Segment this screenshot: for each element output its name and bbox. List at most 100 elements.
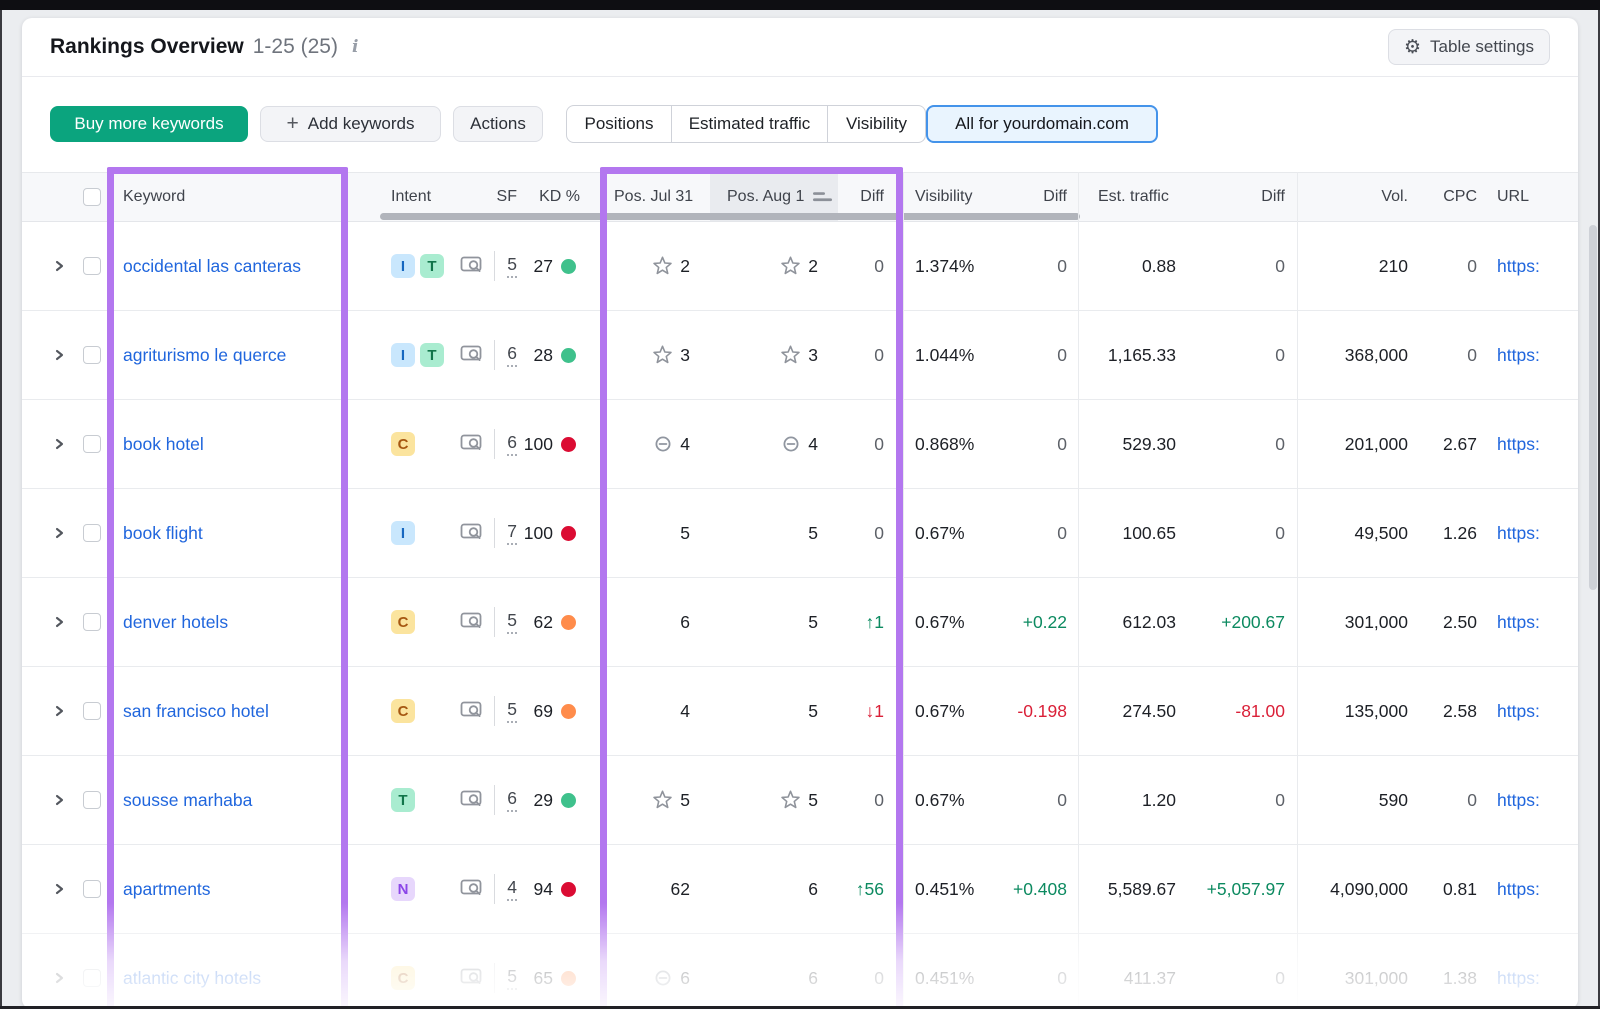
row-checkbox[interactable] xyxy=(83,489,101,577)
keyword-link[interactable]: book hotel xyxy=(123,400,204,488)
row-checkbox[interactable] xyxy=(83,311,101,399)
expand-chevron-icon[interactable] xyxy=(53,489,66,577)
col-est-traffic[interactable]: Est. traffic xyxy=(1098,173,1169,221)
visibility-value: 1.374% xyxy=(915,222,974,310)
table-row: apartmentsN494626↑560.451%+0.4085,589.67… xyxy=(22,845,1578,934)
url-link[interactable]: https: xyxy=(1497,756,1540,844)
keyword-link[interactable]: san francisco hotel xyxy=(123,667,269,755)
traffic-diff-value: 0 xyxy=(1189,400,1285,488)
star-icon xyxy=(652,790,673,810)
row-checkbox[interactable] xyxy=(83,222,101,310)
col-keyword[interactable]: Keyword xyxy=(123,173,185,221)
intent-badges: C xyxy=(391,400,415,488)
select-all-checkbox[interactable] xyxy=(83,188,101,211)
vertical-scrollbar[interactable] xyxy=(1589,225,1597,590)
serp-features-count[interactable]: 5 xyxy=(498,222,517,310)
row-checkbox[interactable] xyxy=(83,756,101,844)
buy-more-keywords-button[interactable]: Buy more keywords xyxy=(50,106,248,142)
serp-features-icon xyxy=(460,222,484,310)
serp-features-count[interactable]: 5 xyxy=(498,934,517,1009)
col-volume[interactable]: Vol. xyxy=(1302,173,1408,221)
pos-jul31-value: 4 xyxy=(600,400,690,488)
visibility-diff-value: 0 xyxy=(995,400,1067,488)
pos-jul31-value: 3 xyxy=(600,311,690,399)
row-checkbox[interactable] xyxy=(83,845,101,933)
expand-chevron-icon[interactable] xyxy=(53,311,66,399)
cpc-value: 0 xyxy=(1415,756,1477,844)
info-icon[interactable]: i xyxy=(352,37,358,57)
row-checkbox[interactable] xyxy=(83,400,101,488)
serp-features-count[interactable]: 6 xyxy=(498,400,517,488)
expand-chevron-icon[interactable] xyxy=(53,756,66,844)
table-settings-button[interactable]: ⚙ Table settings xyxy=(1388,29,1550,65)
url-link[interactable]: https: xyxy=(1497,400,1540,488)
kd-level-dot xyxy=(561,845,576,933)
serp-features-count[interactable]: 6 xyxy=(498,756,517,844)
chevron-right-icon xyxy=(53,704,66,718)
pos-diff-value: 0 xyxy=(820,934,884,1009)
url-link[interactable]: https: xyxy=(1497,489,1540,577)
expand-chevron-icon[interactable] xyxy=(53,845,66,933)
serp-features-icon xyxy=(460,311,484,399)
serp-features-count[interactable]: 7 xyxy=(498,489,517,577)
expand-chevron-icon[interactable] xyxy=(53,400,66,488)
url-link[interactable]: https: xyxy=(1497,222,1540,310)
serp-features-count[interactable]: 5 xyxy=(498,578,517,666)
view-tab-all-for-yourdomain-com[interactable]: All for yourdomain.com xyxy=(926,105,1158,143)
view-tab-visibility[interactable]: Visibility xyxy=(828,105,926,143)
expand-chevron-icon[interactable] xyxy=(53,578,66,666)
actions-button[interactable]: Actions xyxy=(453,106,543,142)
expand-chevron-icon[interactable] xyxy=(53,222,66,310)
serp-features-count[interactable]: 4 xyxy=(498,845,517,933)
view-tab-estimated-traffic[interactable]: Estimated traffic xyxy=(672,105,828,143)
keyword-link[interactable]: apartments xyxy=(123,845,211,933)
kd-value: 100 xyxy=(520,489,553,577)
chevron-right-icon xyxy=(53,615,66,629)
serp-browser-icon xyxy=(460,344,484,366)
serp-features-count[interactable]: 6 xyxy=(498,311,517,399)
visibility-diff-value: 0 xyxy=(995,222,1067,310)
expand-chevron-icon[interactable] xyxy=(53,934,66,1009)
keyword-link[interactable]: denver hotels xyxy=(123,578,228,666)
keyword-link[interactable]: agriturismo le querce xyxy=(123,311,286,399)
pos-aug1-value: 6 xyxy=(728,934,818,1009)
link-icon xyxy=(653,434,673,454)
keyword-link[interactable]: book flight xyxy=(123,489,203,577)
row-checkbox[interactable] xyxy=(83,578,101,666)
expand-chevron-icon[interactable] xyxy=(53,667,66,755)
row-checkbox[interactable] xyxy=(83,934,101,1009)
col-url[interactable]: URL xyxy=(1497,173,1529,221)
volume-value: 301,000 xyxy=(1302,934,1408,1009)
serp-features-count[interactable]: 5 xyxy=(498,667,517,755)
keyword-link[interactable]: atlantic city hotels xyxy=(123,934,261,1009)
add-keywords-button[interactable]: + Add keywords xyxy=(260,106,441,142)
horizontal-scrollbar[interactable] xyxy=(380,213,1080,220)
pos-jul31-value: 2 xyxy=(600,222,690,310)
url-link[interactable]: https: xyxy=(1497,578,1540,666)
intent-badges: IT xyxy=(391,222,444,310)
row-checkbox[interactable] xyxy=(83,667,101,755)
url-link[interactable]: https: xyxy=(1497,845,1540,933)
intent-badges: C xyxy=(391,578,415,666)
result-range: 1-25 (25) xyxy=(253,35,338,59)
keyword-link[interactable]: occidental las canteras xyxy=(123,222,301,310)
url-link[interactable]: https: xyxy=(1497,311,1540,399)
pos-diff-value: 0 xyxy=(820,400,884,488)
col-cpc[interactable]: CPC xyxy=(1415,173,1477,221)
col-traffic-diff[interactable]: Diff xyxy=(1189,173,1285,221)
url-link[interactable]: https: xyxy=(1497,934,1540,1009)
serp-features-icon xyxy=(460,845,484,933)
volume-value: 301,000 xyxy=(1302,578,1408,666)
cpc-value: 0 xyxy=(1415,311,1477,399)
pos-aug1-value: 5 xyxy=(728,667,818,755)
view-tab-positions[interactable]: Positions xyxy=(566,105,672,143)
kd-value: 94 xyxy=(520,845,553,933)
visibility-diff-value: 0 xyxy=(995,934,1067,1009)
url-link[interactable]: https: xyxy=(1497,667,1540,755)
table-row: book hotelC61004400.868%0529.300201,0002… xyxy=(22,400,1578,489)
visibility-diff-value: -0.198 xyxy=(995,667,1067,755)
serp-browser-icon xyxy=(460,789,484,811)
serp-features-icon xyxy=(460,667,484,755)
keyword-link[interactable]: sousse marhaba xyxy=(123,756,252,844)
pos-jul31-value: 6 xyxy=(600,934,690,1009)
